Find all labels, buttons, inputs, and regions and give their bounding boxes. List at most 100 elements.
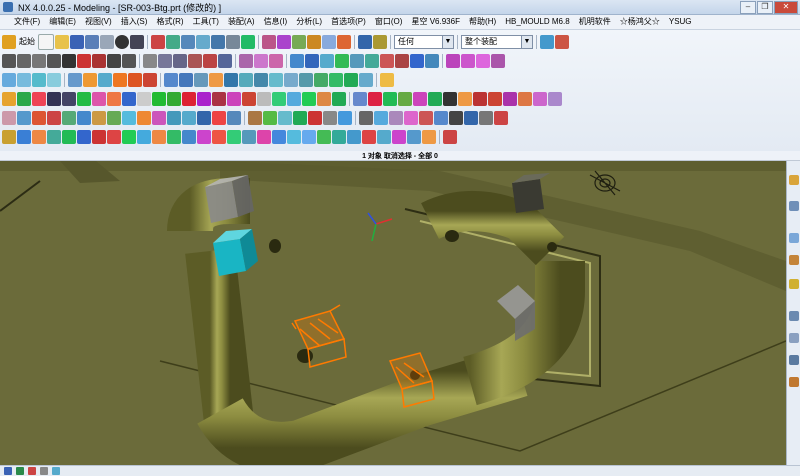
surface-icon-37[interactable] <box>548 91 562 106</box>
menu-preferences[interactable]: 首选项(P) <box>328 15 369 27</box>
tool-icon-15[interactable] <box>212 129 226 144</box>
mould-icon-11[interactable] <box>152 110 166 125</box>
feature-icon-13[interactable] <box>194 72 208 87</box>
surface-icon-1[interactable] <box>2 91 16 106</box>
point-icon[interactable] <box>307 34 321 49</box>
tool-icon-21[interactable] <box>302 129 316 144</box>
tool-icon-5[interactable] <box>62 129 76 144</box>
copy-icon[interactable] <box>85 34 99 49</box>
graphics-viewport[interactable] <box>0 161 786 465</box>
tool-icon-20[interactable] <box>287 129 301 144</box>
tool-icon-30[interactable] <box>443 129 457 144</box>
paste-icon[interactable] <box>100 34 114 49</box>
tool-icon-9[interactable] <box>122 129 136 144</box>
line-arc-icon[interactable] <box>476 53 490 68</box>
select-icon[interactable] <box>262 34 276 49</box>
zoom-icon[interactable] <box>166 34 180 49</box>
menu-information[interactable]: 信息(I) <box>261 15 291 27</box>
surface-icon-3[interactable] <box>32 91 46 106</box>
feature-icon-15[interactable] <box>224 72 238 87</box>
text-icon[interactable] <box>62 53 76 68</box>
mould-icon-12[interactable] <box>167 110 181 125</box>
curve-icon[interactable] <box>446 53 460 68</box>
mould-icon-1[interactable] <box>2 110 16 125</box>
start-icon[interactable] <box>2 34 16 49</box>
feature-icon-1[interactable] <box>2 72 16 87</box>
mould-icon-20[interactable] <box>293 110 307 125</box>
tool-icon-13[interactable] <box>182 129 196 144</box>
part-navigator-icon[interactable] <box>789 201 799 211</box>
mould-icon-15[interactable] <box>212 110 226 125</box>
feature-icon-9[interactable] <box>128 72 142 87</box>
slot-icon[interactable] <box>395 53 409 68</box>
menu-view[interactable]: 视图(V) <box>82 15 115 27</box>
tool-icon-7[interactable] <box>92 129 106 144</box>
intersect-curve-icon[interactable] <box>173 53 187 68</box>
mould-icon-26[interactable] <box>389 110 403 125</box>
surface-icon-11[interactable] <box>152 91 166 106</box>
rotate-icon[interactable] <box>181 34 195 49</box>
mould-icon-32[interactable] <box>479 110 493 125</box>
surface-icon-18[interactable] <box>257 91 271 106</box>
surface-icon-19[interactable] <box>272 91 286 106</box>
fillet-icon[interactable] <box>92 53 106 68</box>
surface-icon-14[interactable] <box>197 91 211 106</box>
mould-icon-6[interactable] <box>77 110 91 125</box>
mould-icon-24[interactable] <box>359 110 373 125</box>
surface-icon-27[interactable] <box>398 91 412 106</box>
groove-icon[interactable] <box>410 53 424 68</box>
bottom-tool-icon-4[interactable] <box>40 467 48 475</box>
mould-icon-18[interactable] <box>263 110 277 125</box>
feature-icon-7[interactable] <box>98 72 112 87</box>
pocket-icon[interactable] <box>365 53 379 68</box>
menu-file[interactable]: 文件(F) <box>0 15 43 27</box>
surface-icon-35[interactable] <box>518 91 532 106</box>
save-icon[interactable] <box>70 34 84 49</box>
divide-curve-icon[interactable] <box>203 53 217 68</box>
link-icon[interactable] <box>269 53 283 68</box>
feature-icon-25[interactable] <box>380 72 394 87</box>
surface-icon-5[interactable] <box>62 91 76 106</box>
feature-icon-8[interactable] <box>113 72 127 87</box>
roles-icon[interactable] <box>789 377 799 387</box>
offset-curve-icon[interactable] <box>143 53 157 68</box>
minimize-button[interactable]: – <box>740 1 756 14</box>
general-selection-icon[interactable] <box>540 34 554 49</box>
surface-icon-24[interactable] <box>353 91 367 106</box>
mould-icon-29[interactable] <box>434 110 448 125</box>
view-orient-icon[interactable] <box>211 34 225 49</box>
system-materials-icon[interactable] <box>789 333 799 343</box>
menu-xingkong[interactable]: 星空 V6.936F <box>409 15 463 27</box>
menu-tools[interactable]: 工具(T) <box>190 15 222 27</box>
feature-icon-16[interactable] <box>239 72 253 87</box>
surface-icon-34[interactable] <box>503 91 517 106</box>
sketch-line-icon[interactable] <box>2 53 16 68</box>
menu-window[interactable]: 窗口(O) <box>372 15 406 27</box>
spline-icon[interactable] <box>47 53 61 68</box>
feature-icon-17[interactable] <box>254 72 268 87</box>
csys-icon[interactable] <box>322 34 336 49</box>
open-icon[interactable] <box>55 34 69 49</box>
model-scene[interactable] <box>0 161 786 465</box>
surface-icon-28[interactable] <box>413 91 427 106</box>
surface-icon-6[interactable] <box>77 91 91 106</box>
surface-icon-23[interactable] <box>332 91 346 106</box>
menu-jiming[interactable]: 机明软件 <box>576 15 614 27</box>
blend-icon[interactable] <box>425 53 439 68</box>
mould-icon-31[interactable] <box>464 110 478 125</box>
feature-icon-20[interactable] <box>299 72 313 87</box>
surface-icon-2[interactable] <box>17 91 31 106</box>
mould-icon-21[interactable] <box>308 110 322 125</box>
surface-icon-36[interactable] <box>533 91 547 106</box>
surface-icon-15[interactable] <box>212 91 226 106</box>
tool-icon-28[interactable] <box>407 129 421 144</box>
mould-icon-28[interactable] <box>419 110 433 125</box>
mould-icon-8[interactable] <box>107 110 121 125</box>
quick-pick-icon[interactable] <box>555 34 569 49</box>
surface-icon-10[interactable] <box>137 91 151 106</box>
tool-icon-27[interactable] <box>392 129 406 144</box>
assembly-scope-dropdown[interactable]: 整个装配 ▼ <box>461 34 533 49</box>
tool-icon-10[interactable] <box>137 129 151 144</box>
surface-icon-29[interactable] <box>428 91 442 106</box>
surface-icon-22[interactable] <box>317 91 331 106</box>
